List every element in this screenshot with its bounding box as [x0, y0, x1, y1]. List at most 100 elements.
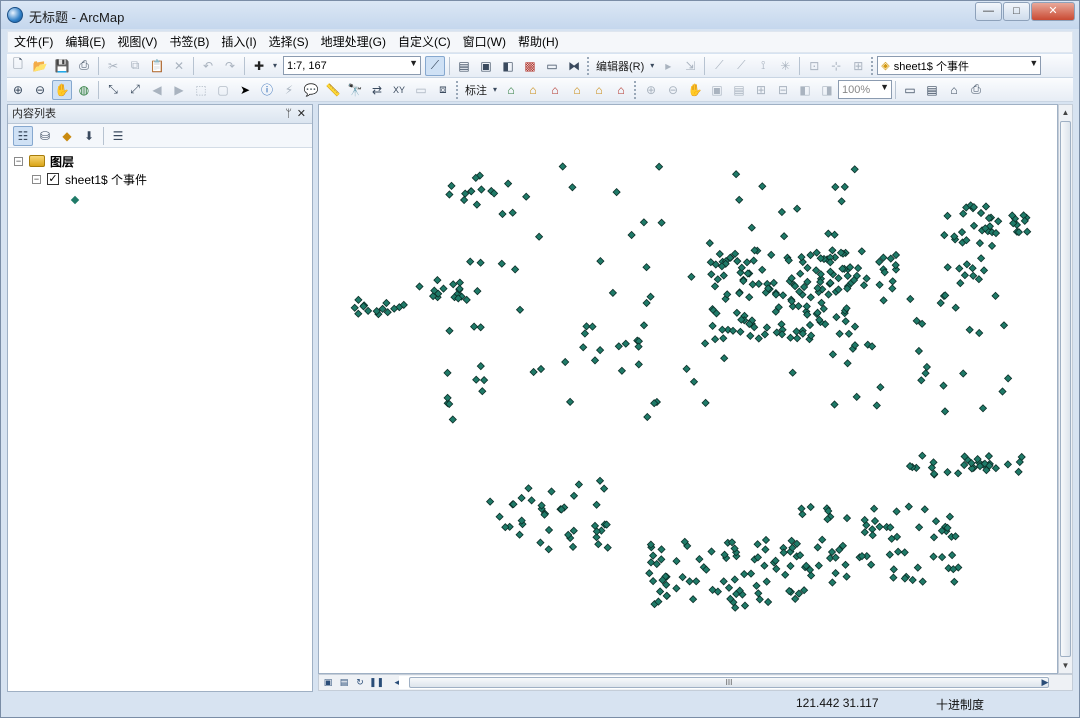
- event-point[interactable]: [828, 578, 837, 587]
- event-point[interactable]: [648, 576, 658, 586]
- editor-menu[interactable]: 编辑器(R): [593, 58, 647, 74]
- event-point[interactable]: [469, 322, 479, 331]
- event-point[interactable]: [705, 238, 714, 248]
- straight-segment-icon[interactable]: ⟋: [709, 56, 729, 76]
- event-point[interactable]: [957, 227, 967, 237]
- event-point[interactable]: [866, 560, 876, 569]
- hyperlink-icon[interactable]: ⚡: [279, 80, 299, 100]
- event-point[interactable]: [363, 306, 373, 316]
- event-point[interactable]: [478, 387, 487, 396]
- event-point[interactable]: [893, 547, 903, 556]
- event-point[interactable]: [868, 531, 877, 540]
- event-point[interactable]: [889, 573, 898, 582]
- event-point[interactable]: [736, 327, 745, 336]
- edit-annotation-icon[interactable]: ⇲: [680, 56, 700, 76]
- event-point[interactable]: [796, 269, 805, 278]
- back-icon[interactable]: ◀: [147, 80, 167, 100]
- measure-icon[interactable]: 📏: [323, 80, 343, 100]
- event-point[interactable]: [945, 512, 955, 521]
- menu-customize[interactable]: 自定义(C): [392, 32, 457, 52]
- event-point[interactable]: [515, 530, 524, 539]
- event-point[interactable]: [760, 330, 770, 339]
- select-elements-icon[interactable]: ➤: [235, 80, 255, 100]
- full-extent-icon[interactable]: ◍: [74, 80, 94, 100]
- event-point[interactable]: [813, 543, 822, 552]
- pin-icon[interactable]: ᛘ: [285, 105, 292, 123]
- event-point[interactable]: [594, 540, 603, 549]
- collapse-icon[interactable]: −: [14, 156, 23, 166]
- event-point[interactable]: [682, 364, 691, 374]
- label-priority-icon[interactable]: ⌂: [523, 80, 543, 100]
- event-point[interactable]: [786, 333, 795, 342]
- event-point[interactable]: [558, 162, 567, 171]
- map-scale-combo[interactable]: 1:7, 167 ▼: [283, 56, 421, 75]
- event-point[interactable]: [529, 367, 538, 377]
- pause-drawing-icon[interactable]: ❚❚: [369, 676, 384, 689]
- label-weights-icon[interactable]: ⌂: [545, 80, 565, 100]
- event-point[interactable]: [975, 238, 985, 248]
- event-point[interactable]: [569, 491, 579, 500]
- event-point[interactable]: [524, 484, 533, 493]
- event-point[interactable]: [719, 271, 728, 280]
- layer-visibility-checkbox[interactable]: ✓: [47, 173, 59, 185]
- event-point[interactable]: [657, 555, 666, 564]
- event-point[interactable]: [781, 570, 790, 579]
- identify-icon[interactable]: ⓘ: [257, 80, 277, 100]
- toolbar-grip[interactable]: [587, 56, 591, 75]
- close-button[interactable]: ✕: [1031, 2, 1075, 21]
- event-point[interactable]: [834, 274, 843, 283]
- layer-group-row[interactable]: − 图层: [14, 152, 306, 170]
- event-point[interactable]: [746, 331, 755, 341]
- event-point[interactable]: [354, 295, 363, 305]
- event-point[interactable]: [806, 293, 815, 302]
- event-point[interactable]: [448, 415, 457, 424]
- event-point[interactable]: [888, 277, 897, 286]
- event-point[interactable]: [654, 162, 664, 171]
- event-point[interactable]: [688, 595, 698, 604]
- event-point[interactable]: [998, 387, 1007, 396]
- event-point[interactable]: [968, 264, 977, 273]
- event-point[interactable]: [888, 284, 897, 293]
- fixed-zoom-out-icon[interactable]: ⤢: [125, 80, 145, 100]
- event-point[interactable]: [719, 577, 728, 586]
- event-point[interactable]: [981, 202, 991, 211]
- layout-zoom-out-icon[interactable]: ⊖: [663, 80, 683, 100]
- list-by-source-icon[interactable]: ⛁: [35, 126, 55, 146]
- event-point[interactable]: [742, 258, 752, 267]
- redo-icon[interactable]: ↷: [220, 56, 240, 76]
- event-point[interactable]: [959, 369, 968, 378]
- event-point[interactable]: [731, 170, 741, 179]
- menu-selection[interactable]: 选择(S): [263, 32, 315, 52]
- event-point[interactable]: [447, 181, 456, 191]
- event-point[interactable]: [508, 208, 517, 217]
- menu-bookmarks[interactable]: 书签(B): [163, 32, 215, 52]
- event-point[interactable]: [840, 182, 849, 192]
- event-point[interactable]: [862, 274, 871, 283]
- add-data-icon[interactable]: ✚: [249, 56, 269, 76]
- event-point[interactable]: [969, 271, 978, 280]
- new-doc-icon[interactable]: 🗋: [8, 56, 28, 76]
- cut-polygons-icon[interactable]: ⊞: [848, 56, 868, 76]
- event-point[interactable]: [818, 535, 827, 544]
- event-point[interactable]: [579, 343, 588, 352]
- toggle-draft-mode-icon[interactable]: ▭: [900, 80, 920, 100]
- chevron-down-icon[interactable]: ▼: [880, 82, 889, 92]
- event-point[interactable]: [875, 522, 884, 531]
- event-point[interactable]: [843, 359, 852, 368]
- event-point[interactable]: [485, 497, 495, 506]
- event-point[interactable]: [612, 187, 621, 197]
- layout-forward-icon[interactable]: ◨: [817, 80, 837, 100]
- event-point[interactable]: [685, 577, 694, 586]
- event-point[interactable]: [588, 322, 597, 331]
- event-point[interactable]: [920, 505, 929, 514]
- event-point[interactable]: [844, 329, 854, 338]
- event-point[interactable]: [889, 565, 898, 574]
- event-point[interactable]: [830, 400, 839, 409]
- event-point[interactable]: [965, 325, 974, 334]
- event-point[interactable]: [732, 308, 742, 317]
- event-point[interactable]: [639, 218, 649, 227]
- event-point[interactable]: [978, 404, 988, 413]
- event-point[interactable]: [590, 356, 600, 365]
- toolbar-grip[interactable]: [634, 80, 638, 99]
- event-point[interactable]: [943, 211, 952, 221]
